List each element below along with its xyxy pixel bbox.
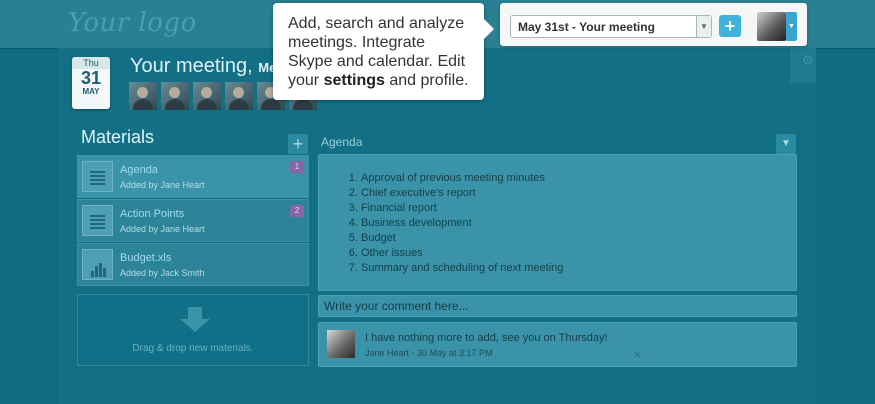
chevron-down-icon[interactable]: ▼ [696,16,711,37]
material-meta: Added by Jack Smith [120,268,205,278]
material-item-budget[interactable]: Budget.xls Added by Jack Smith [77,243,309,286]
agenda-item: Business development [361,216,563,231]
meeting-select-value: May 31st - Your meeting [518,20,655,34]
add-meeting-button[interactable]: + [719,15,741,37]
chevron-down-icon[interactable]: ▼ [776,134,796,154]
participant-avatar[interactable] [161,82,189,110]
chart-icon [82,249,113,280]
participant-avatar[interactable] [129,82,157,110]
agenda-item: Approval of previous meeting minutes [361,171,563,186]
gear-icon[interactable]: ⚙ [801,52,814,69]
comment-count-badge[interactable]: 2 [290,205,304,217]
agenda-content: Approval of previous meeting minutes Chi… [318,154,797,291]
user-avatar[interactable] [757,12,786,41]
close-icon[interactable]: ✕ [633,350,641,361]
material-name[interactable]: Budget.xls [120,252,171,264]
caret-down-icon[interactable]: ▼ [786,12,797,41]
agenda-list: Approval of previous meeting minutes Chi… [319,171,563,276]
participant-avatar[interactable] [193,82,221,110]
agenda-item: Chief executive's report [361,186,563,201]
comment-count-badge[interactable]: 1 [290,161,304,173]
commenter-avatar[interactable] [327,330,355,358]
document-icon [82,205,113,236]
material-dropzone[interactable]: Drag & drop new materials. [77,294,309,366]
comment-text: I have nothing more to add, see you on T… [365,332,608,344]
meeting-time: 2 PM [81,100,101,109]
material-name[interactable]: Agenda [120,164,158,176]
dropzone-label: Drag & drop new materials. [132,343,254,354]
participant-avatar[interactable] [225,82,253,110]
meeting-select[interactable]: May 31st - Your meeting ▼ [510,15,712,38]
date-month: MAY [82,87,100,96]
add-material-button[interactable]: + [288,134,308,154]
material-name[interactable]: Action Points [120,208,184,220]
material-item-agenda[interactable]: Agenda Added by Jane Heart 1 [77,155,309,198]
tooltip-settings-link[interactable]: settings [324,72,385,89]
onboarding-tooltip: Add, search and analyze meetings. Integr… [273,3,494,100]
agenda-item: Budget [361,231,563,246]
agenda-item: Other issues [361,246,563,261]
material-meta: Added by Jane Heart [120,180,205,190]
comment-item: I have nothing more to add, see you on T… [318,322,797,367]
meeting-title-text: Your meeting, [130,55,253,77]
comment-meta: Jane Heart - 30 May at 3:17 PM [365,348,493,358]
agenda-item: Summary and scheduling of next meeting [361,261,563,276]
arrow-down-icon [180,307,210,333]
tooltip-text-end: and profile. [384,72,469,89]
document-icon [82,161,113,192]
materials-heading: Materials [81,127,155,147]
meeting-title: Your meeting, Me [130,55,276,78]
material-meta: Added by Jane Heart [120,224,205,234]
agenda-item: Financial report [361,201,563,216]
agenda-heading: Agenda [321,135,363,149]
top-right-toolbar: May 31st - Your meeting ▼ + ▼ [500,3,807,46]
meeting-date-badge: Thu 31 MAY 2 PM [72,57,110,109]
date-day: 31 [80,68,102,88]
comment-input[interactable]: Write your comment here... [318,295,797,317]
material-item-action-points[interactable]: Action Points Added by Jane Heart 2 [77,199,309,242]
logo[interactable]: Your logo [68,8,197,38]
materials-list: Agenda Added by Jane Heart 1 Action Poin… [77,155,309,287]
